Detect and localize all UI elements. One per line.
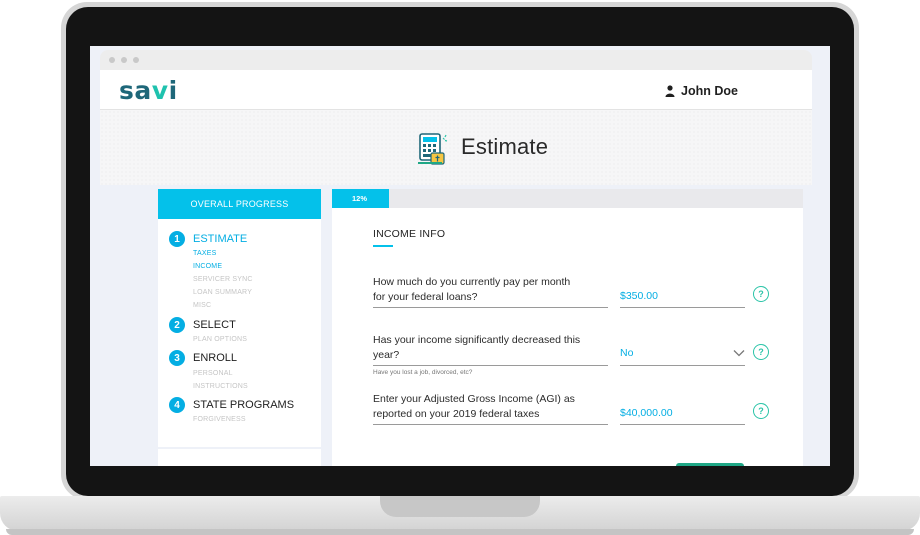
- help-icon[interactable]: ?: [753, 286, 769, 302]
- browser-window: savi John Doe Estimate OVERALL PROGRESS …: [100, 50, 812, 466]
- logo-text-accent: v: [151, 76, 169, 105]
- substep-plan-options[interactable]: PLAN OPTIONS: [193, 336, 247, 343]
- question-monthly-payment: How much do you currently pay per month …: [373, 275, 608, 305]
- progress-bar: 12%: [332, 189, 803, 208]
- step-label: ESTIMATE: [193, 233, 248, 245]
- laptop-notch: [380, 496, 540, 517]
- substep-taxes[interactable]: TAXES: [193, 250, 216, 257]
- question-line: year?: [373, 349, 400, 361]
- question-line: for your federal loans?: [373, 291, 478, 303]
- step-number: 2: [169, 317, 185, 333]
- step-number: 4: [169, 397, 185, 413]
- browser-title-bar: [100, 50, 812, 70]
- logo-text-start: sa: [119, 76, 152, 105]
- input-underline: [620, 307, 745, 308]
- sidebar-header: OVERALL PROGRESS: [158, 189, 321, 219]
- question-underline: [373, 365, 608, 366]
- step-number: 3: [169, 350, 185, 366]
- question-underline: [373, 307, 608, 308]
- form-panel: 12% INCOME INFO How much do you currentl…: [332, 189, 803, 466]
- substep-personal[interactable]: PERSONAL: [193, 370, 233, 377]
- page-title: Estimate: [461, 134, 549, 159]
- substep-misc[interactable]: MISC: [193, 302, 211, 309]
- step-label: ENROLL: [193, 352, 238, 364]
- help-icon[interactable]: ?: [753, 403, 769, 419]
- window-dot-maximize[interactable]: [133, 57, 139, 63]
- sidebar-divider: [158, 447, 321, 449]
- savi-logo[interactable]: savi: [119, 76, 178, 105]
- income-decreased-select[interactable]: No: [620, 347, 745, 359]
- page-hero: Estimate: [100, 110, 812, 185]
- question-agi: Enter your Adjusted Gross Income (AGI) a…: [373, 392, 608, 422]
- app-header: savi John Doe: [100, 70, 812, 110]
- step-select[interactable]: 2 SELECT: [169, 317, 236, 333]
- question-line: reported on your 2019 federal taxes: [373, 408, 540, 420]
- user-name: John Doe: [681, 84, 738, 98]
- user-icon: [665, 85, 675, 97]
- user-menu[interactable]: John Doe: [665, 84, 738, 98]
- substep-instructions[interactable]: INSTRUCTIONS: [193, 383, 248, 390]
- step-estimate[interactable]: 1 ESTIMATE: [169, 231, 247, 247]
- window-dot-close[interactable]: [109, 57, 115, 63]
- substep-income[interactable]: INCOME: [193, 263, 222, 270]
- agi-input[interactable]: $40,000.00: [620, 407, 745, 419]
- question-line: Enter your Adjusted Gross Income (AGI) a…: [373, 393, 575, 405]
- question-hint: Have you lost a job, divorced, etc?: [373, 369, 473, 376]
- help-icon[interactable]: ?: [753, 344, 769, 360]
- question-line: Has your income significantly decreased …: [373, 334, 581, 346]
- next-button[interactable]: [676, 463, 744, 466]
- substep-loan-summary[interactable]: LOAN SUMMARY: [193, 289, 252, 296]
- section-underline: [373, 245, 393, 247]
- substep-servicer-sync[interactable]: SERVICER SYNC: [193, 276, 253, 283]
- input-underline: [620, 365, 745, 366]
- substep-forgiveness[interactable]: FORGIVENESS: [193, 416, 246, 423]
- step-label: STATE PROGRAMS: [193, 399, 295, 411]
- step-enroll[interactable]: 3 ENROLL: [169, 350, 237, 366]
- step-number: 1: [169, 231, 185, 247]
- logo-text-end: i: [168, 76, 178, 105]
- step-state-programs[interactable]: 4 STATE PROGRAMS: [169, 397, 294, 413]
- step-label: SELECT: [193, 319, 236, 331]
- progress-percent: 12%: [352, 194, 368, 203]
- chevron-down-icon[interactable]: [733, 349, 745, 357]
- calculator-document-icon: [418, 133, 448, 165]
- window-dot-minimize[interactable]: [121, 57, 127, 63]
- section-title: INCOME INFO: [373, 228, 446, 240]
- question-line: How much do you currently pay per month: [373, 276, 571, 288]
- progress-sidebar: OVERALL PROGRESS 1 ESTIMATE TAXES INCOME…: [158, 189, 321, 466]
- monthly-payment-input[interactable]: $350.00: [620, 290, 745, 302]
- question-underline: [373, 424, 608, 425]
- laptop-screen: savi John Doe Estimate OVERALL PROGRESS …: [90, 46, 830, 466]
- question-income-decreased: Has your income significantly decreased …: [373, 333, 608, 363]
- input-underline: [620, 424, 745, 425]
- laptop-base-shadow: [6, 529, 914, 535]
